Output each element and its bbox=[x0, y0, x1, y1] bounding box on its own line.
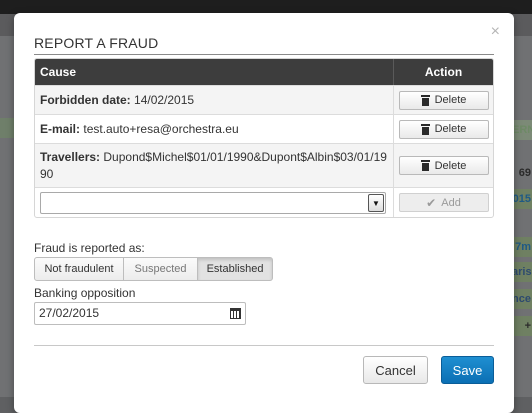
delete-button[interactable]: Delete bbox=[398, 156, 489, 175]
option-not-fraudulent[interactable]: Not fraudulent bbox=[34, 257, 124, 281]
cause-cell: Forbidden date: 14/02/2015 bbox=[35, 86, 394, 114]
option-suspected[interactable]: Suspected bbox=[123, 257, 198, 281]
check-icon: ✔ bbox=[426, 195, 437, 210]
chevron-down-icon[interactable]: ▼ bbox=[368, 193, 384, 212]
action-cell: Delete bbox=[394, 86, 493, 114]
save-button[interactable]: Save bbox=[441, 356, 494, 384]
report-fraud-dialog: × REPORT A FRAUD Cause Action Forbidden … bbox=[14, 13, 514, 413]
background-left-strip bbox=[0, 118, 14, 138]
background-fragment: aris bbox=[512, 262, 532, 282]
action-cell: Delete bbox=[394, 144, 493, 187]
date-value: 27/02/2015 bbox=[39, 306, 100, 320]
option-established[interactable]: Established bbox=[197, 257, 273, 281]
fraud-causes-table: Cause Action Forbidden date: 14/02/2015 … bbox=[34, 58, 494, 218]
add-label: Add bbox=[441, 196, 461, 209]
cause-label: Forbidden date: bbox=[40, 92, 131, 107]
cause-label: E-mail: bbox=[40, 121, 81, 136]
banking-opposition-label: Banking opposition bbox=[34, 286, 136, 300]
delete-button[interactable]: Delete bbox=[398, 90, 489, 110]
title-divider bbox=[34, 54, 494, 55]
background-fragment: ERN bbox=[512, 120, 532, 140]
table-row: E-mail: test.auto+resa@orchestra.eu Dele… bbox=[35, 114, 493, 143]
background-fragment: + bbox=[512, 316, 532, 336]
table-header: Cause Action bbox=[35, 59, 493, 85]
trash-icon bbox=[420, 94, 430, 106]
trash-icon bbox=[420, 160, 430, 171]
trash-icon bbox=[420, 123, 430, 135]
fraud-status-toggle: Not fraudulent Suspected Established bbox=[34, 257, 273, 281]
footer-divider bbox=[34, 345, 494, 346]
cause-cell: E-mail: test.auto+resa@orchestra.eu bbox=[35, 115, 394, 143]
column-header-action: Action bbox=[424, 65, 463, 79]
fraud-reported-label: Fraud is reported as: bbox=[34, 241, 145, 255]
table-row: Forbidden date: 14/02/2015 Delete bbox=[35, 85, 493, 114]
delete-label: Delete bbox=[434, 123, 467, 135]
close-button[interactable]: × bbox=[491, 24, 500, 40]
banking-opposition-date-input[interactable]: 27/02/2015 bbox=[34, 302, 246, 325]
background-fragment: 69 bbox=[518, 167, 531, 179]
cause-label: Travellers: bbox=[40, 149, 101, 164]
table-row: Travellers: Dupond$Michel$01/01/1990&Dup… bbox=[35, 143, 493, 187]
cause-select[interactable]: ▼ bbox=[40, 191, 386, 214]
cause-value: test.auto+resa@orchestra.eu bbox=[83, 121, 239, 136]
delete-button[interactable]: Delete bbox=[398, 119, 489, 139]
delete-label: Delete bbox=[434, 159, 467, 172]
background-fragment: 7m bbox=[512, 237, 532, 257]
cause-cell: ▼ bbox=[35, 188, 394, 217]
cancel-button[interactable]: Cancel bbox=[363, 356, 428, 384]
action-cell: Delete bbox=[394, 115, 493, 143]
add-button[interactable]: ✔ Add bbox=[398, 193, 489, 212]
calendar-icon[interactable] bbox=[230, 308, 241, 319]
background-fragment: nce bbox=[512, 289, 532, 309]
cause-cell: Travellers: Dupond$Michel$01/01/1990&Dup… bbox=[35, 144, 394, 187]
column-header-cause: Cause bbox=[35, 59, 394, 85]
action-cell: ✔ Add bbox=[394, 188, 493, 217]
delete-label: Delete bbox=[434, 94, 467, 106]
background-fragment: 015 bbox=[512, 189, 532, 209]
dialog-title: REPORT A FRAUD bbox=[34, 35, 159, 51]
new-cause-row: ▼ ✔ Add bbox=[35, 187, 493, 217]
cause-value: 14/02/2015 bbox=[134, 92, 195, 107]
background-topbar bbox=[0, 0, 532, 14]
